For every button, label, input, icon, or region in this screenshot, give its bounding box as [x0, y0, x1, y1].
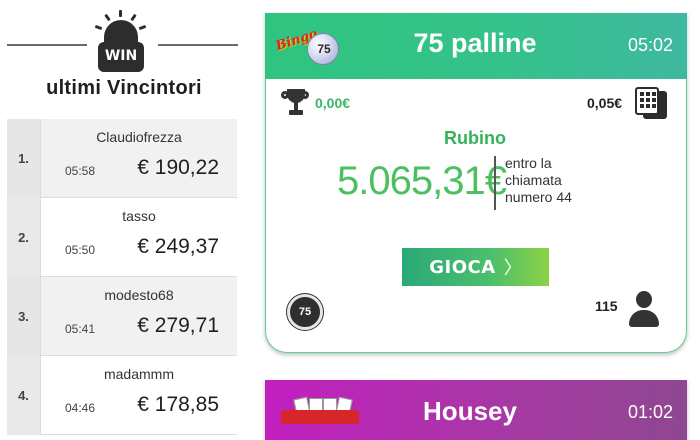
prize-divider	[494, 156, 496, 210]
game-name: 75 palline	[413, 28, 537, 58]
winners-panel: WIN ultimi Vincintori 1. Claudiofrezza 0…	[0, 0, 240, 440]
winner-username: modesto68	[104, 287, 174, 303]
bingo-75-logo-icon: Bingo 75	[274, 25, 343, 69]
winner-row: 2. tasso 05:50 € 249,37	[7, 198, 237, 277]
winner-row: 3. modesto68 05:41 € 279,71	[7, 277, 237, 356]
winners-header: WIN ultimi Vincintori	[0, 10, 240, 110]
winner-row: 1. Claudiofrezza 05:58 € 190,22	[7, 119, 237, 198]
game-countdown: 01:02	[627, 402, 673, 422]
winner-rank: 4.	[7, 356, 41, 435]
win-badge-label: WIN	[104, 48, 138, 64]
ball-75-icon: 75	[287, 294, 323, 330]
prize-condition-line: chiamata	[505, 172, 562, 188]
header-divider-right	[158, 44, 238, 46]
winner-amount: € 249,37	[137, 235, 219, 258]
play-button[interactable]: GIOCA 〉	[402, 248, 549, 286]
winner-row: 4. madammm 04:46 € 178,85	[7, 356, 237, 435]
winner-amount: € 178,85	[137, 393, 219, 416]
jackpot-value: 0,00€	[315, 95, 351, 111]
game-card-75-palline[interactable]: Bingo 75 75 palline 05:02 0,00€ 0,05€ Ru…	[265, 13, 687, 353]
header-divider-left	[7, 44, 87, 46]
game-name: Housey	[423, 396, 517, 426]
prize-name: Rubino	[444, 128, 506, 148]
prize-condition: entro la chiamata numero 44	[505, 155, 615, 206]
winner-time: 05:58	[65, 164, 96, 178]
logo-ball-number: 75	[317, 42, 331, 56]
winner-rank: 2.	[7, 198, 41, 277]
winner-username: tasso	[122, 208, 156, 224]
ball-badge-number: 75	[298, 306, 312, 318]
prize-condition-line: numero 44	[505, 189, 572, 205]
prize-condition-line: entro la	[505, 155, 552, 171]
winners-list: 1. Claudiofrezza 05:58 € 190,22 2. tasso…	[7, 119, 237, 435]
winner-amount: € 190,22	[137, 156, 219, 179]
win-badge-icon: WIN	[94, 10, 147, 76]
winner-rank: 1.	[7, 119, 41, 198]
winner-username: Claudiofrezza	[96, 129, 182, 145]
winner-amount: € 279,71	[137, 314, 219, 337]
cards-icon	[635, 87, 669, 119]
chevron-right-icon: 〉	[503, 258, 522, 279]
user-icon	[627, 289, 661, 329]
winner-time: 04:46	[65, 401, 96, 415]
housey-logo-icon	[281, 392, 359, 432]
prize-amount: 5.065,31€	[337, 159, 507, 203]
game-card-header: Bingo 75 75 palline 05:02	[265, 13, 687, 79]
winner-username: madammm	[103, 366, 174, 382]
players-count: 115	[595, 298, 618, 314]
winner-rank: 3.	[7, 277, 41, 356]
winner-time: 05:41	[65, 322, 96, 336]
game-card-housey[interactable]: Housey 01:02	[265, 380, 687, 440]
winners-title: ultimi Vincintori	[46, 77, 202, 99]
play-button-label: GIOCA	[429, 256, 496, 278]
trophy-icon	[281, 89, 311, 119]
game-countdown: 05:02	[627, 35, 673, 55]
card-price: 0,05€	[587, 95, 623, 111]
winner-time: 05:50	[65, 243, 96, 257]
